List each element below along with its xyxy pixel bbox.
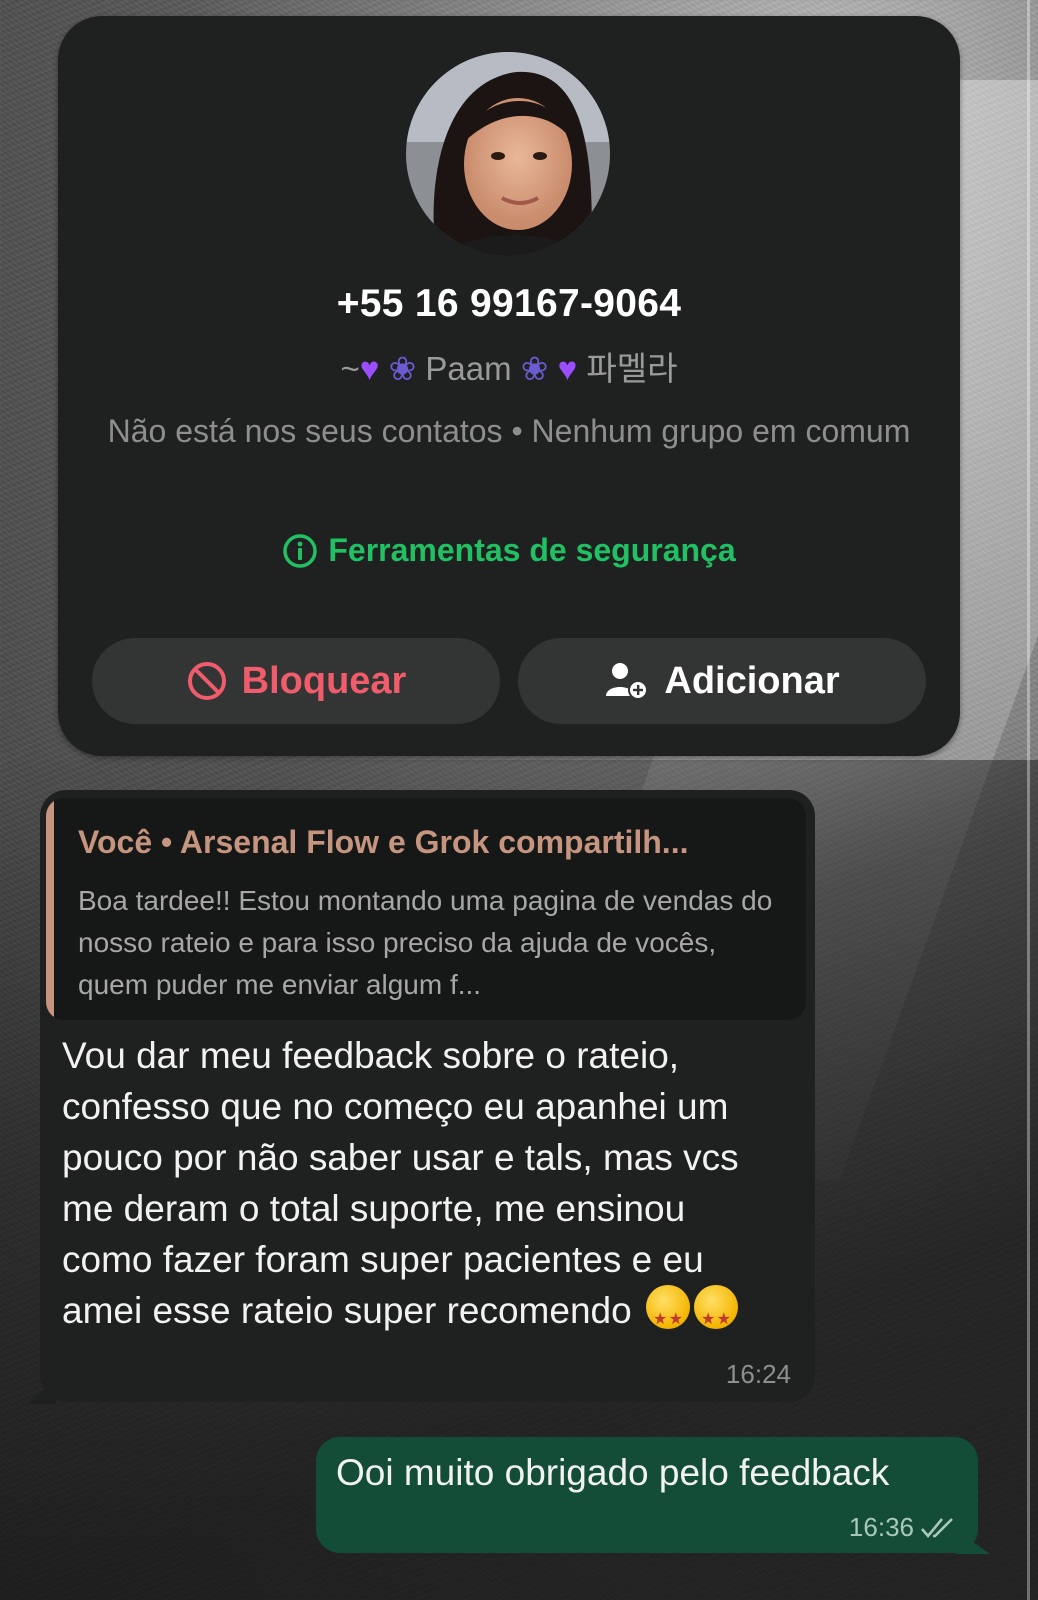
tilde-text: ~ <box>340 350 360 387</box>
star-struck-emoji-icon <box>645 1285 690 1344</box>
hyacinth-icon: ❀ <box>520 350 549 387</box>
hyacinth-icon: ❀ <box>388 350 417 387</box>
safety-tools-label: Ferramentas de segurança <box>328 532 736 568</box>
add-person-icon <box>606 663 649 700</box>
contact-meta-info: Não está nos seus contatos • Nenhum grup… <box>107 413 911 449</box>
quote-accent-bar <box>46 798 54 1020</box>
safety-tools-link[interactable]: Ferramentas de segurança <box>58 532 960 569</box>
quote-author: Você • Arsenal Flow e Grok compartilh... <box>78 824 689 860</box>
purple-heart-icon: ♥ <box>557 350 578 387</box>
block-icon <box>187 662 226 700</box>
purple-heart-icon: ♥ <box>359 350 380 387</box>
contact-push-name: ~♥ ❀ Paam ❀ ♥ 파멜라 <box>58 342 960 390</box>
quoted-message[interactable]: Você • Arsenal Flow e Grok compartilh...… <box>46 798 806 1020</box>
outgoing-message-time: 16:36 <box>848 1512 914 1542</box>
add-label: Adicionar <box>664 659 840 702</box>
block-button[interactable]: Bloquear <box>92 638 500 724</box>
contact-info-card: +55 16 99167-9064 ~♥ ❀ Paam ❀ ♥ 파멜라 Não … <box>58 16 960 756</box>
incoming-message-bubble[interactable]: Você • Arsenal Flow e Grok compartilh...… <box>40 790 815 1402</box>
quote-text: Boa tardee!! Estou montando uma pagina d… <box>78 885 773 1000</box>
incoming-message-time: 16:24 <box>725 1359 791 1389</box>
block-label: Bloquear <box>241 659 407 702</box>
outgoing-message-bubble[interactable]: Ooi muito obrigado pelo feedback 16:36 <box>316 1437 978 1553</box>
info-icon <box>283 533 318 568</box>
incoming-message-text: Vou dar meu feedback sobre o rateio, con… <box>62 1030 782 1344</box>
contact-avatar[interactable] <box>406 52 610 256</box>
outgoing-message-meta: 16:36 <box>849 1512 958 1543</box>
push-name-korean: 파멜라 <box>586 350 678 387</box>
scroll-indicator[interactable] <box>1027 0 1030 1600</box>
contact-phone-number: +55 16 99167-9064 <box>336 282 682 325</box>
outgoing-message-text: Ooi muito obrigado pelo feedback <box>336 1452 890 1493</box>
add-contact-button[interactable]: Adicionar <box>518 638 926 724</box>
double-check-icon <box>921 1517 953 1538</box>
star-struck-emoji-icon <box>693 1285 738 1344</box>
push-name-text: Paam <box>425 350 512 387</box>
incoming-message-body: Vou dar meu feedback sobre o rateio, con… <box>62 1035 739 1331</box>
